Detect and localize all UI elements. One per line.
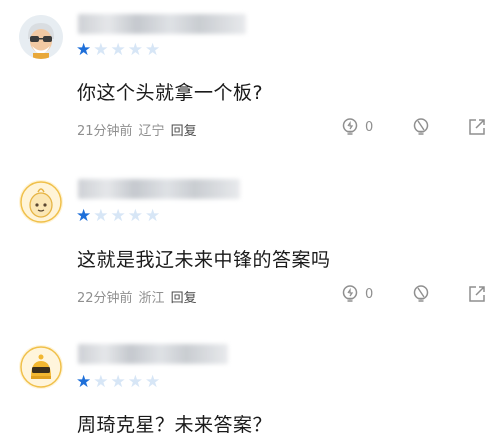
rating-stars: ★ ★ ★ ★ ★ [76, 208, 160, 225]
star-empty-icon: ★ [127, 206, 143, 226]
lightbulb-off-icon [414, 285, 429, 302]
star-empty-icon: ★ [110, 206, 126, 226]
star-empty-icon: ★ [110, 40, 126, 60]
star-filled-icon: ★ [76, 40, 92, 60]
comment-location: 浙江 [138, 291, 165, 306]
dislike-button[interactable] [411, 284, 431, 304]
comment-time: 22分钟前 [77, 291, 133, 306]
star-empty-icon: ★ [110, 372, 126, 392]
star-empty-icon: ★ [145, 40, 161, 60]
share-button[interactable] [467, 284, 487, 304]
old-man-glasses-avatar-icon [19, 15, 63, 59]
avatar[interactable] [19, 180, 63, 224]
reply-button[interactable]: 回复 [171, 120, 197, 139]
comment-text: 周琦克星？未来答案？ [77, 414, 273, 436]
share-icon [469, 286, 486, 302]
like-button[interactable]: 0 [340, 117, 373, 137]
comment-item: ★ ★ ★ ★ ★ 你这个头就拿一个板? 21分钟前 辽宁 回复 0 [0, 0, 500, 165]
yellow-sunglasses-avatar-icon [19, 345, 63, 389]
star-empty-icon: ★ [145, 206, 161, 226]
like-count: 0 [365, 119, 374, 135]
lightbulb-off-icon [414, 118, 429, 135]
like-count: 0 [365, 286, 374, 302]
avatar[interactable] [19, 345, 63, 389]
comment-time: 21分钟前 [77, 124, 133, 139]
username-blurred[interactable] [78, 179, 240, 199]
like-button[interactable]: 0 [340, 284, 373, 304]
share-button[interactable] [467, 117, 487, 137]
star-empty-icon: ★ [127, 40, 143, 60]
lightbulb-icon [342, 285, 358, 302]
share-icon [469, 119, 486, 135]
star-empty-icon: ★ [93, 40, 109, 60]
username-blurred[interactable] [78, 14, 246, 34]
comment-meta: 21分钟前 辽宁 回复 [77, 120, 197, 139]
comment-meta: 22分钟前 浙江 回复 [77, 287, 197, 306]
rating-stars: ★ ★ ★ ★ ★ [76, 42, 160, 59]
comment-actions: 0 [340, 284, 487, 304]
star-empty-icon: ★ [93, 206, 109, 226]
dislike-button[interactable] [411, 117, 431, 137]
star-filled-icon: ★ [76, 206, 92, 226]
username-blurred[interactable] [78, 344, 228, 364]
star-empty-icon: ★ [93, 372, 109, 392]
lightbulb-icon [342, 118, 358, 135]
comment-text: 你这个头就拿一个板? [77, 82, 264, 104]
rating-stars: ★ ★ ★ ★ ★ [76, 374, 160, 391]
star-empty-icon: ★ [127, 372, 143, 392]
comment-item: ★ ★ ★ ★ ★ 这就是我辽未来中锋的答案吗 22分钟前 浙江 回复 0 [0, 165, 500, 330]
comment-location: 辽宁 [138, 124, 165, 139]
cartoon-egg-avatar-icon [19, 180, 63, 224]
avatar[interactable] [19, 15, 63, 59]
comment-actions: 0 [340, 117, 487, 137]
comment-text: 这就是我辽未来中锋的答案吗 [77, 249, 331, 271]
comment-item: ★ ★ ★ ★ ★ 周琦克星？未来答案？ [0, 330, 500, 440]
reply-button[interactable]: 回复 [171, 287, 197, 306]
star-empty-icon: ★ [145, 372, 161, 392]
star-filled-icon: ★ [76, 372, 92, 392]
